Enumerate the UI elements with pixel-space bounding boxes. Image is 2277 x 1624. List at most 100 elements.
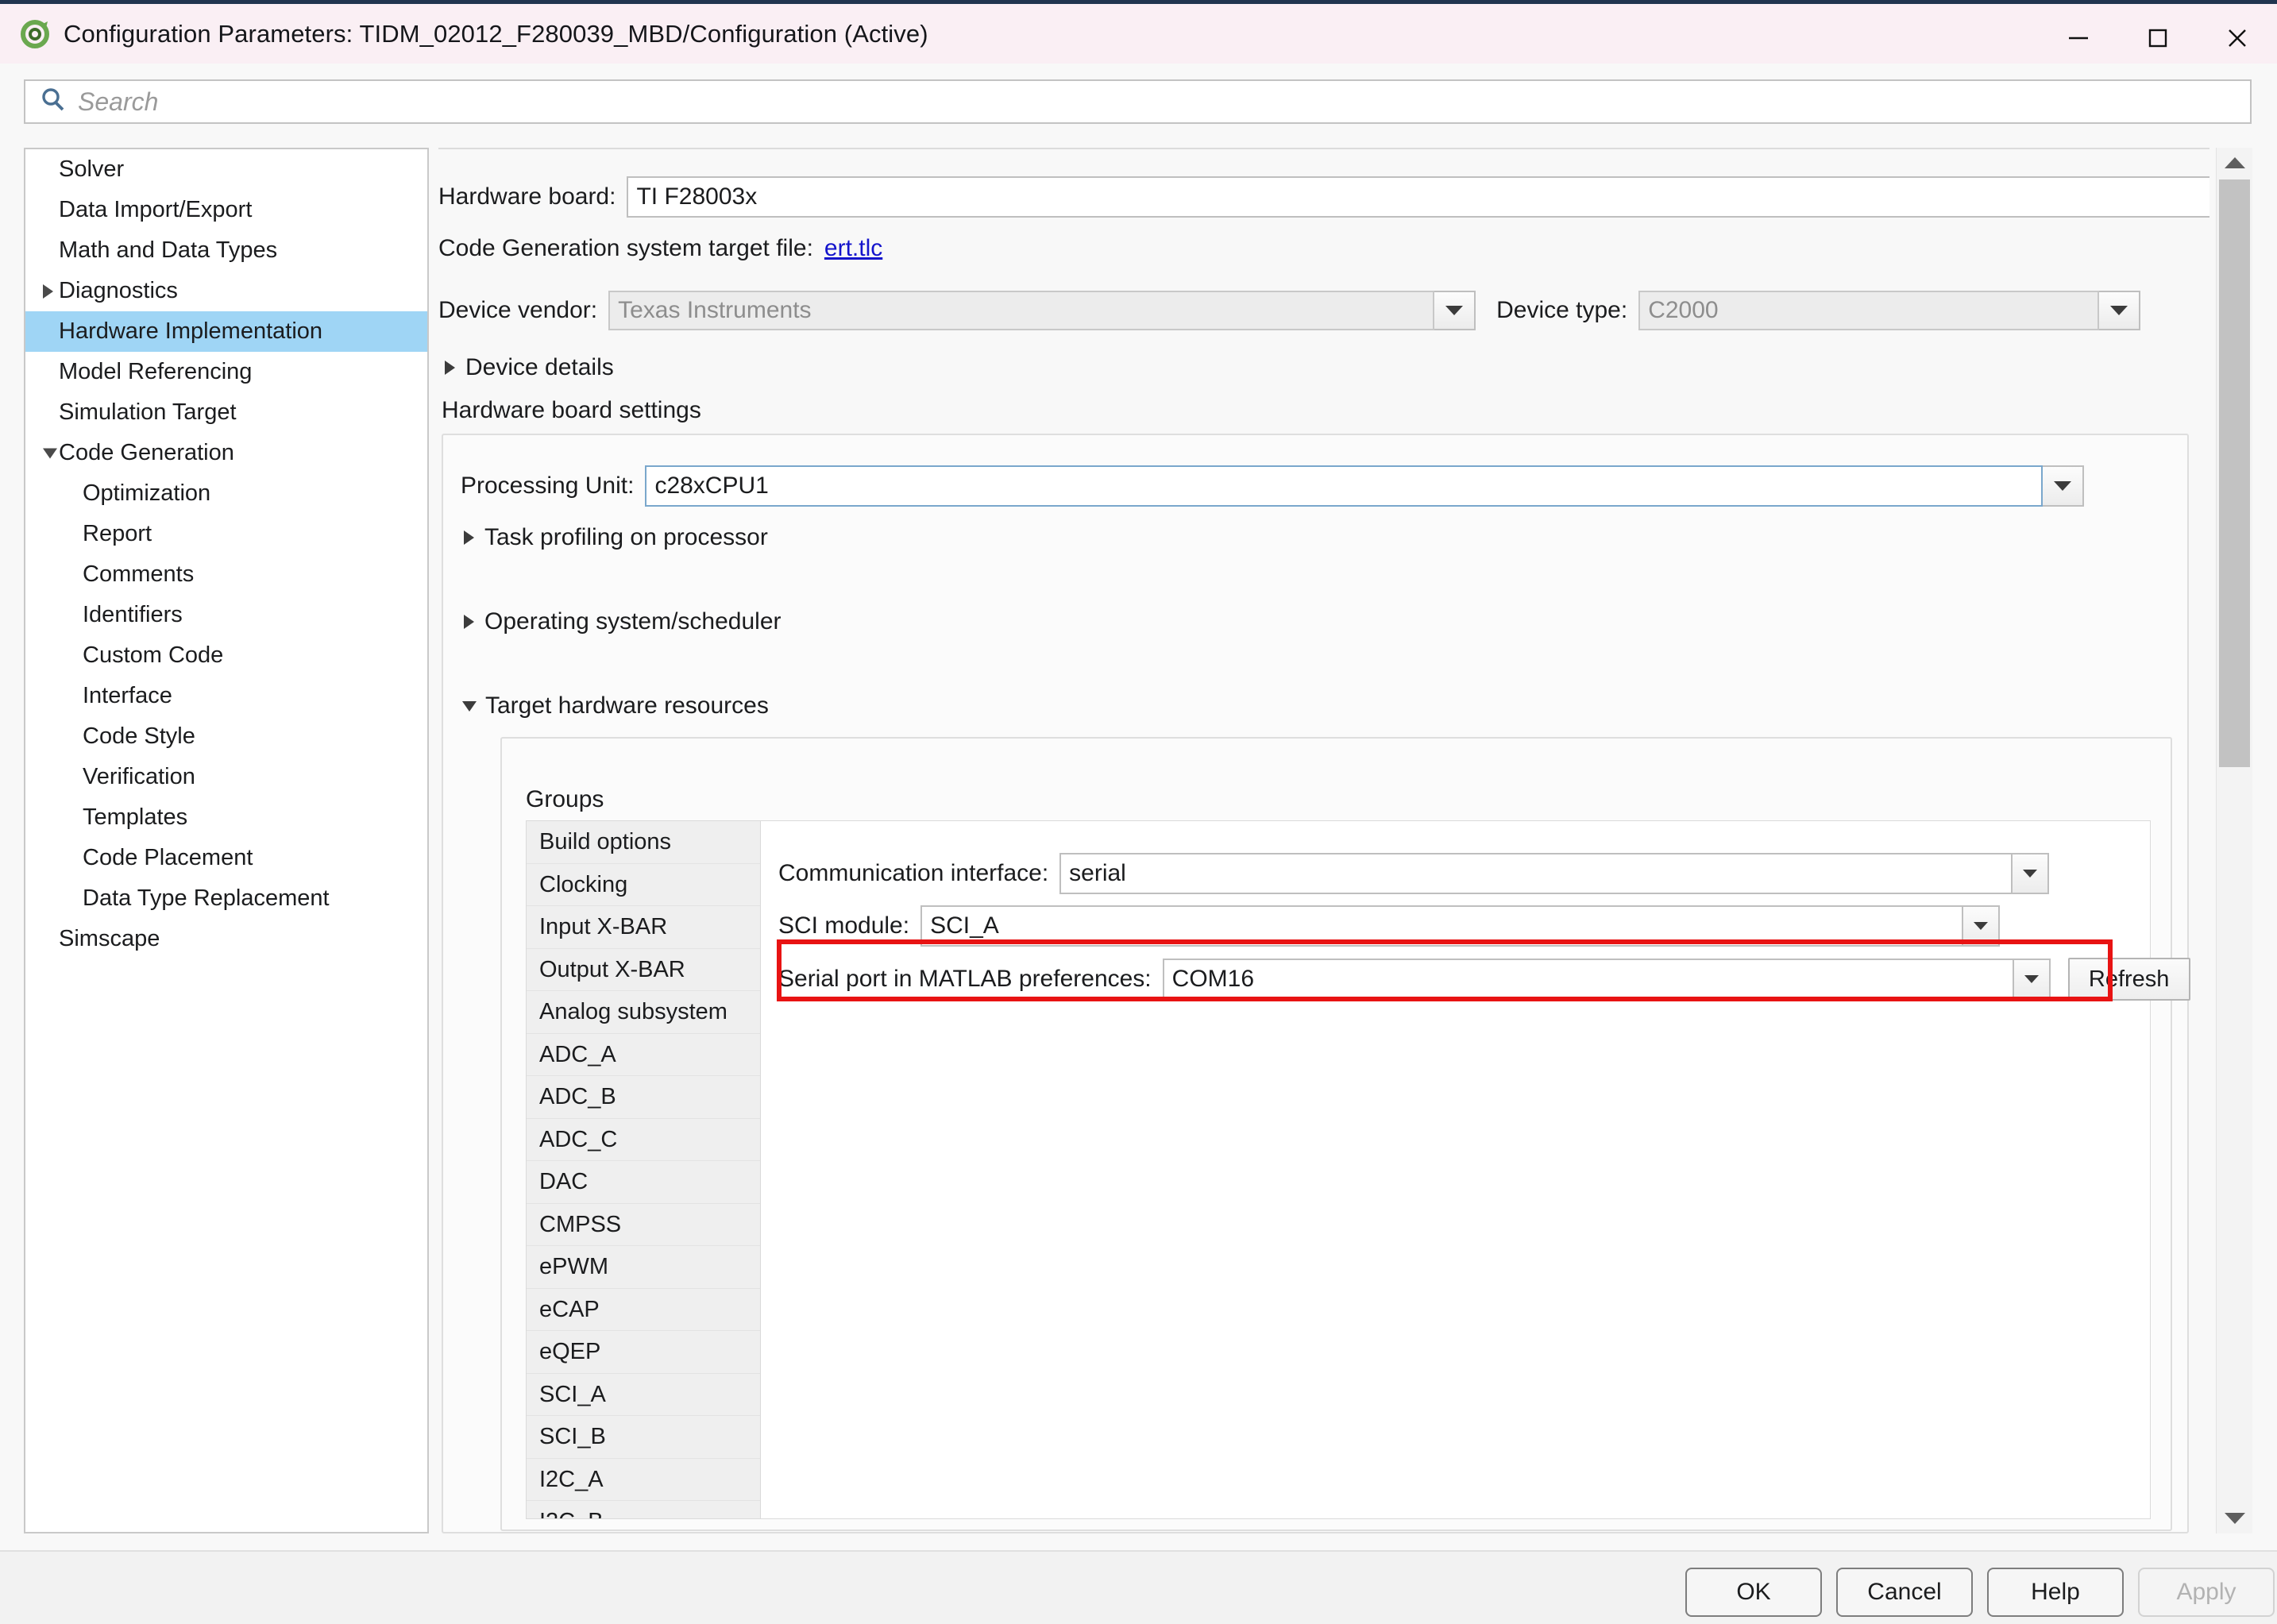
- scroll-up-arrow-icon[interactable]: [2217, 149, 2252, 176]
- sci-module-label: SCI module:: [778, 912, 910, 939]
- sidebar-item-label: Code Placement: [83, 845, 253, 870]
- sidebar-item-optimization[interactable]: Optimization: [25, 473, 427, 514]
- processing-unit-row: Processing Unit: c28xCPU1: [461, 465, 2085, 507]
- chevron-down-icon[interactable]: [43, 448, 57, 458]
- group-item[interactable]: Clocking: [527, 863, 760, 906]
- cancel-button[interactable]: Cancel: [1836, 1568, 1973, 1617]
- task-profiling-label: Task profiling on processor: [484, 524, 768, 550]
- group-detail-pane: Communication interface: serial SCI modu…: [761, 820, 2190, 1519]
- device-vendor-row: Device vendor: Texas Instruments Device …: [438, 291, 2141, 330]
- groups-list[interactable]: Build options Clocking Input X-BAR Output X…: [526, 820, 761, 1519]
- group-item[interactable]: ADC_A: [527, 1033, 760, 1076]
- task-profiling-expander[interactable]: Task profiling on processor: [464, 524, 768, 551]
- search-icon: [40, 87, 67, 118]
- minimize-button[interactable]: [2039, 8, 2118, 68]
- device-details-expander[interactable]: Device details: [445, 354, 614, 381]
- group-item[interactable]: ADC_C: [527, 1118, 760, 1161]
- device-type-value: C2000: [1638, 291, 2100, 330]
- group-item[interactable]: eQEP: [527, 1331, 760, 1374]
- sidebar-item-interface[interactable]: Interface: [25, 676, 427, 716]
- refresh-button[interactable]: Refresh: [2067, 958, 2190, 1001]
- device-type-label: Device type:: [1496, 297, 1628, 323]
- hardware-board-value[interactable]: TI F28003x: [627, 176, 2209, 218]
- ok-button[interactable]: OK: [1685, 1568, 1822, 1617]
- group-item[interactable]: ePWM: [527, 1246, 760, 1289]
- serial-port-dropdown-arrow[interactable]: [2013, 959, 2051, 1000]
- group-item[interactable]: ADC_B: [527, 1076, 760, 1119]
- communication-interface-dropdown-arrow[interactable]: [2013, 853, 2050, 894]
- hardware-board-row: Hardware board: TI F28003x: [438, 176, 2209, 218]
- sidebar-item-data-import-export[interactable]: Data Import/Export: [25, 190, 427, 230]
- sidebar-item-custom-code[interactable]: Custom Code: [25, 635, 427, 676]
- sidebar-item-label: Report: [83, 521, 152, 546]
- group-item[interactable]: CMPSS: [527, 1203, 760, 1246]
- sidebar-item-label: Data Type Replacement: [83, 885, 330, 911]
- chevron-right-icon[interactable]: [43, 284, 53, 299]
- sidebar-item-code-placement[interactable]: Code Placement: [25, 838, 427, 878]
- sidebar-item-simulation-target[interactable]: Simulation Target: [25, 392, 427, 433]
- sidebar-item-templates[interactable]: Templates: [25, 797, 427, 838]
- sidebar-item-verification[interactable]: Verification: [25, 757, 427, 797]
- scrollbar-thumb[interactable]: [2219, 179, 2250, 767]
- processing-unit-value[interactable]: c28xCPU1: [645, 465, 2044, 507]
- sidebar-item-label: Code Style: [83, 723, 195, 749]
- sidebar-item-report[interactable]: Report: [25, 514, 427, 554]
- group-item[interactable]: DAC: [527, 1161, 760, 1204]
- sidebar-item-diagnostics[interactable]: Diagnostics: [25, 271, 427, 311]
- scroll-down-arrow-icon[interactable]: [2217, 1505, 2252, 1532]
- sidebar-item-math-and-data-types[interactable]: Math and Data Types: [25, 230, 427, 271]
- sidebar-item-data-type-replacement[interactable]: Data Type Replacement: [25, 878, 427, 919]
- sidebar-item-label: Hardware Implementation: [59, 318, 323, 344]
- maximize-button[interactable]: [2118, 8, 2198, 68]
- operating-system-expander[interactable]: Operating system/scheduler: [464, 608, 782, 635]
- target-hardware-resources-expander[interactable]: Target hardware resources: [462, 692, 769, 719]
- window-title: Configuration Parameters: TIDM_02012_F28…: [64, 19, 928, 48]
- sidebar-item-code-style[interactable]: Code Style: [25, 716, 427, 757]
- chevron-down-icon: [462, 700, 477, 712]
- sidebar-item-label: Diagnostics: [59, 278, 178, 303]
- group-item[interactable]: SCI_A: [527, 1373, 760, 1416]
- dialog-footer: OK Cancel Help Apply: [0, 1550, 2277, 1624]
- sidebar-item-comments[interactable]: Comments: [25, 554, 427, 595]
- device-vendor-dropdown-arrow: [1434, 291, 1476, 330]
- group-item[interactable]: Input X-BAR: [527, 906, 760, 949]
- chevron-right-icon: [445, 361, 455, 375]
- sidebar-item-simscape[interactable]: Simscape: [25, 919, 427, 959]
- sidebar-item-label: Interface: [83, 683, 172, 708]
- group-item[interactable]: I2C_A: [527, 1458, 760, 1501]
- group-item[interactable]: I2C_B: [527, 1501, 760, 1518]
- close-button[interactable]: [2198, 8, 2277, 68]
- sidebar-item-solver[interactable]: Solver: [25, 149, 427, 190]
- group-item[interactable]: Analog subsystem: [527, 991, 760, 1034]
- group-item[interactable]: SCI_B: [527, 1416, 760, 1459]
- sidebar-item-hardware-implementation[interactable]: Hardware Implementation: [25, 311, 427, 352]
- communication-interface-value[interactable]: serial: [1059, 853, 2013, 894]
- sci-module-value[interactable]: SCI_A: [920, 905, 1964, 947]
- serial-port-label: Serial port in MATLAB preferences:: [778, 966, 1152, 992]
- operating-system-label: Operating system/scheduler: [484, 608, 782, 635]
- group-item[interactable]: Output X-BAR: [527, 948, 760, 991]
- serial-port-value[interactable]: COM16: [1162, 959, 2014, 1000]
- chevron-right-icon: [464, 530, 474, 545]
- system-target-file-link[interactable]: ert.tlc: [824, 235, 882, 262]
- group-item[interactable]: eCAP: [527, 1288, 760, 1331]
- search-placeholder: Search: [78, 87, 159, 116]
- search-input[interactable]: Search: [24, 79, 2252, 124]
- device-vendor-value: Texas Instruments: [608, 291, 1435, 330]
- sci-module-row: SCI module: SCI_A: [778, 905, 2001, 947]
- help-button[interactable]: Help: [1987, 1568, 2124, 1617]
- settings-tree[interactable]: Solver Data Import/Export Math and Data Ty…: [24, 148, 429, 1533]
- group-item[interactable]: Build options: [527, 821, 760, 864]
- system-target-file-row: Code Generation system target file: ert.…: [438, 235, 882, 262]
- sidebar-item-code-generation[interactable]: Code Generation: [25, 433, 427, 473]
- device-vendor-label: Device vendor:: [438, 297, 598, 323]
- sidebar-item-identifiers[interactable]: Identifiers: [25, 595, 427, 635]
- hardware-board-settings-title: Hardware board settings: [442, 397, 701, 423]
- sidebar-item-label: Model Referencing: [59, 359, 253, 384]
- processing-unit-dropdown-arrow[interactable]: [2043, 465, 2085, 507]
- target-hardware-resources-label: Target hardware resources: [485, 692, 769, 719]
- sidebar-item-label: Solver: [59, 156, 125, 182]
- sci-module-dropdown-arrow[interactable]: [1963, 905, 2001, 947]
- vertical-scrollbar[interactable]: [2216, 148, 2252, 1533]
- sidebar-item-model-referencing[interactable]: Model Referencing: [25, 352, 427, 392]
